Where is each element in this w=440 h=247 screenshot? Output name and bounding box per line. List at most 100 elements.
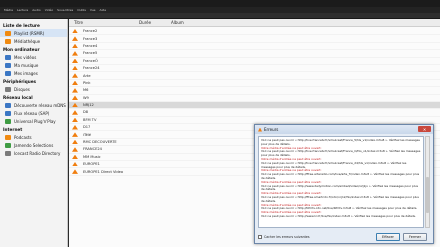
playlist-row[interactable]: France4 xyxy=(69,43,440,51)
playlist-row[interactable]: Arte xyxy=(69,72,440,80)
sidebar-item[interactable]: Ma musique xyxy=(0,61,67,69)
playlist-row-title: BFM TV xyxy=(83,117,97,122)
playlist-row-title: Pink xyxy=(83,80,91,85)
menu-item[interactable]: Sous-titres xyxy=(57,8,73,12)
library-icon xyxy=(5,38,11,44)
sidebar-item-label: Jamendo Selections xyxy=(14,142,54,148)
vlc-cone-icon xyxy=(72,28,78,34)
playlist-row[interactable]: W9 xyxy=(69,95,440,102)
menu-item[interactable]: Audio xyxy=(32,8,41,12)
sidebar-item-label: Icecast Radio Directory xyxy=(14,150,61,156)
playlist-row[interactable]: France2 xyxy=(69,28,440,36)
errors-dialog: Erreurs ✕ VLC ne peut pas ouvrir « http:… xyxy=(254,124,434,244)
sidebar-item-label: Disques xyxy=(14,86,30,92)
sidebar-item[interactable]: Podcasts xyxy=(0,133,67,141)
sidebar-item[interactable]: Mes vidéos xyxy=(0,53,67,61)
column-album[interactable]: Album xyxy=(171,20,184,25)
dialog-footer: Cacher les erreurs suivantes Effacer Fer… xyxy=(258,232,430,242)
menu-item[interactable]: Vue xyxy=(90,8,96,12)
playlist-row[interactable]: NRJ12 xyxy=(69,101,440,110)
playlist-row[interactable]: France24 xyxy=(69,65,440,73)
jamendo-icon xyxy=(5,142,11,148)
sidebar-item[interactable]: Médiathèque xyxy=(0,37,67,45)
vlc-cone-icon xyxy=(72,169,78,174)
playlist-row[interactable]: FranceÔ xyxy=(69,58,440,65)
playlist-row-title: EUROPE1 xyxy=(83,162,100,167)
sidebar-section-header: Réseau local xyxy=(3,95,33,100)
music-icon xyxy=(5,62,11,68)
scrollbar-thumb[interactable] xyxy=(426,177,429,213)
playlist-row-title: France4 xyxy=(83,43,98,48)
playlist-row[interactable]: Pink xyxy=(69,80,440,88)
vlc-cone-icon xyxy=(72,73,78,78)
vlc-cone-icon xyxy=(72,117,78,123)
sidebar-item-label: Ma musique xyxy=(14,62,39,68)
error-messages: VLC ne peut pas ouvrir « http://live.fra… xyxy=(258,136,424,228)
sidebar-item-label: Podcasts xyxy=(14,134,32,140)
title-bar xyxy=(0,0,440,7)
radio-icon xyxy=(5,150,11,156)
playlist-row-title: Arte xyxy=(83,73,91,78)
sidebar-item[interactable]: Disques xyxy=(0,85,67,93)
sidebar-item[interactable]: Jamendo Selections xyxy=(0,141,67,149)
sidebar-item[interactable]: Découverte réseau mDNS xyxy=(0,101,67,109)
menu-item[interactable]: Lecture xyxy=(17,8,28,12)
vlc-cone-icon xyxy=(72,51,78,56)
playlist-row[interactable]: BFM TV xyxy=(69,117,440,125)
menu-item[interactable]: Aide xyxy=(100,8,107,12)
menu-item[interactable]: Vidéo xyxy=(45,8,53,12)
messages-scrollbar[interactable] xyxy=(425,136,430,228)
playlist-row-title: France2 xyxy=(83,29,98,34)
menu-item[interactable]: Média xyxy=(4,8,13,12)
vlc-cone-icon xyxy=(72,147,78,152)
sidebar-item-label: Médiathèque xyxy=(14,38,41,44)
vlc-cone-icon xyxy=(72,161,78,167)
vlc-cone-icon xyxy=(72,43,78,49)
playlist-row-title: France5 xyxy=(83,51,98,56)
hide-errors-checkbox[interactable] xyxy=(258,235,262,239)
vlc-cone-icon xyxy=(72,95,78,100)
vlc-cone-icon xyxy=(72,102,78,108)
playlist-row[interactable]: M6 xyxy=(69,87,440,95)
playlist-row[interactable]: France5 xyxy=(69,50,440,58)
playlist-row-title: D8 xyxy=(83,110,89,115)
playlist-row-title: M6 xyxy=(83,88,89,93)
clear-button[interactable]: Effacer xyxy=(376,233,400,241)
playlist-row[interactable]: France3 xyxy=(69,35,440,43)
dialog-titlebar: Erreurs xyxy=(255,125,433,134)
network-icon xyxy=(5,102,11,108)
sidebar-item[interactable]: Mes images xyxy=(0,69,67,77)
vlc-cone-icon xyxy=(72,36,78,41)
playlist-row-title: iTélé xyxy=(83,132,92,137)
sidebar-item-label: Flux réseau (SAP) xyxy=(14,110,50,116)
images-icon xyxy=(5,70,11,76)
dialog-title: Erreurs xyxy=(264,127,279,132)
playlist-row-title: RMC DECOUVERTE xyxy=(83,140,117,145)
sidebar-item-label: Découverte réseau mDNS xyxy=(14,102,66,108)
upnp-icon xyxy=(5,118,11,124)
hide-errors-label: Cacher les erreurs suivantes xyxy=(264,235,310,239)
dialog-close-button[interactable]: ✕ xyxy=(418,126,431,132)
sidebar-item[interactable]: Playlist (RSMR) xyxy=(0,29,67,37)
network-icon xyxy=(5,110,11,116)
sidebar-item[interactable]: Universal Plug'n'Play xyxy=(0,117,67,125)
sidebar-section-header: Mon ordinateur xyxy=(3,47,40,52)
sidebar-section-header: Périphériques xyxy=(3,79,37,84)
column-duration[interactable]: Durée xyxy=(139,20,151,25)
podcast-icon xyxy=(5,134,11,140)
column-title[interactable]: Titre xyxy=(74,20,83,25)
sidebar: Liste de lecture Playlist (RSMR) Médiathèq… xyxy=(0,19,68,247)
playlist-row-title: NRJ12 xyxy=(83,103,94,108)
playlist-row[interactable]: D8 xyxy=(69,109,440,117)
vlc-cone-icon xyxy=(72,125,78,130)
vlc-cone-icon xyxy=(72,132,78,137)
disc-icon xyxy=(5,86,11,92)
vlc-cone-icon xyxy=(72,110,78,115)
playlist-row-title: EUROPE1 Direct Video xyxy=(83,169,124,174)
playlist-row-title: FRANCE24 xyxy=(83,147,102,152)
menu-item[interactable]: Outils xyxy=(77,8,86,12)
close-button[interactable]: Fermer xyxy=(403,233,427,241)
playlist-row-title: W9 xyxy=(83,95,89,100)
sidebar-item[interactable]: Icecast Radio Directory xyxy=(0,149,67,157)
sidebar-item[interactable]: Flux réseau (SAP) xyxy=(0,109,67,117)
